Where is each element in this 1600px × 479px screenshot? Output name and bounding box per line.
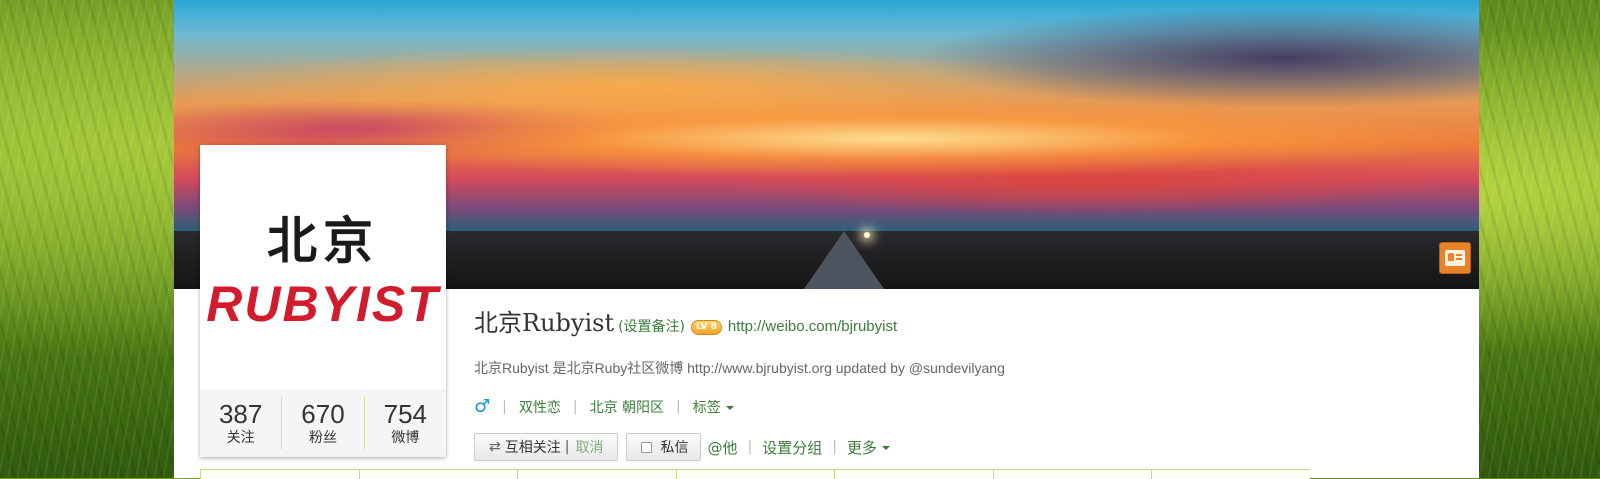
stat-followers-count: 670 [301,399,345,429]
stat-following-label: 关注 [226,430,255,446]
stat-followers-label: 粉丝 [308,430,337,446]
stat-followers[interactable]: 670 粉丝 [282,397,365,449]
profile-card-icon [1445,250,1465,266]
chevron-down-icon [881,446,890,450]
message-label: 私信 [660,440,689,456]
action-bar: ⇄ 互相关注 | 取消 私信 @他 | 设置分组 | 更多 [474,433,1005,461]
stats-bar: 387 关注 670 粉丝 754 微博 [200,389,446,457]
mention-link[interactable]: @他 [707,437,737,458]
divider: | [676,398,681,415]
name-line: 北京Rubyist (设置备注) LV 8 http://weibo.com/b… [474,303,1005,338]
profile-frame: 北京 RUBYIST 387 关注 670 粉丝 754 微博 北京Rubyis… [174,0,1479,479]
profile-url-link[interactable]: http://weibo.com/bjrubyist [728,318,897,335]
stat-following-count: 387 [218,399,263,429]
unfollow-link[interactable]: 取消 [575,437,603,457]
profile-name: 北京Rubyist [474,309,615,337]
location-link[interactable]: 北京 朝阳区 [590,397,664,417]
mutual-follow-icon: ⇄ [489,439,501,455]
divider: | [747,439,753,455]
stat-posts-label: 微博 [391,430,420,446]
profile-bio: 北京Rubyist 是北京Ruby社区微博 http://www.bjrubyi… [474,360,1005,376]
cover-road [804,231,884,289]
profile-info: 北京Rubyist (设置备注) LV 8 http://weibo.com/b… [474,303,1005,461]
chevron-down-icon [725,405,734,410]
avatar-text-line1: 北京 [267,211,379,270]
more-dropdown[interactable]: 更多 [847,437,890,458]
more-label: 更多 [846,438,877,457]
set-remark-link[interactable]: (设置备注) [618,316,685,336]
profile-card-button[interactable] [1439,242,1471,274]
avatar-box: 北京 RUBYIST 387 关注 670 粉丝 754 微博 [200,145,446,457]
tags-dropdown[interactable]: 标签 [693,397,734,417]
avatar-text-line2: RUBYIST [206,276,440,332]
tags-label: 标签 [692,399,721,416]
divider: | [832,439,837,455]
stat-posts[interactable]: 754 微博 [365,397,446,449]
avatar[interactable]: 北京 RUBYIST [204,149,442,385]
cover-light [864,232,870,238]
divider: | [572,398,578,415]
mutual-follow-divider: | [564,439,570,455]
stat-posts-count: 754 [383,399,428,429]
divider: | [502,398,507,415]
profile-meta: ♂ | 双性恋 | 北京 朝阳区 | 标签 [474,396,1005,417]
message-button[interactable]: 私信 [626,433,702,461]
checkbox-icon [641,441,653,453]
level-badge[interactable]: LV 8 [691,320,722,335]
stat-following[interactable]: 387 关注 [200,397,283,449]
mutual-follow-label: 互相关注 [504,440,561,456]
male-icon: ♂ [474,396,491,417]
orientation-link[interactable]: 双性恋 [519,397,561,417]
set-group-link[interactable]: 设置分组 [762,437,822,458]
mutual-follow-button[interactable]: ⇄ 互相关注 | 取消 [474,433,619,461]
